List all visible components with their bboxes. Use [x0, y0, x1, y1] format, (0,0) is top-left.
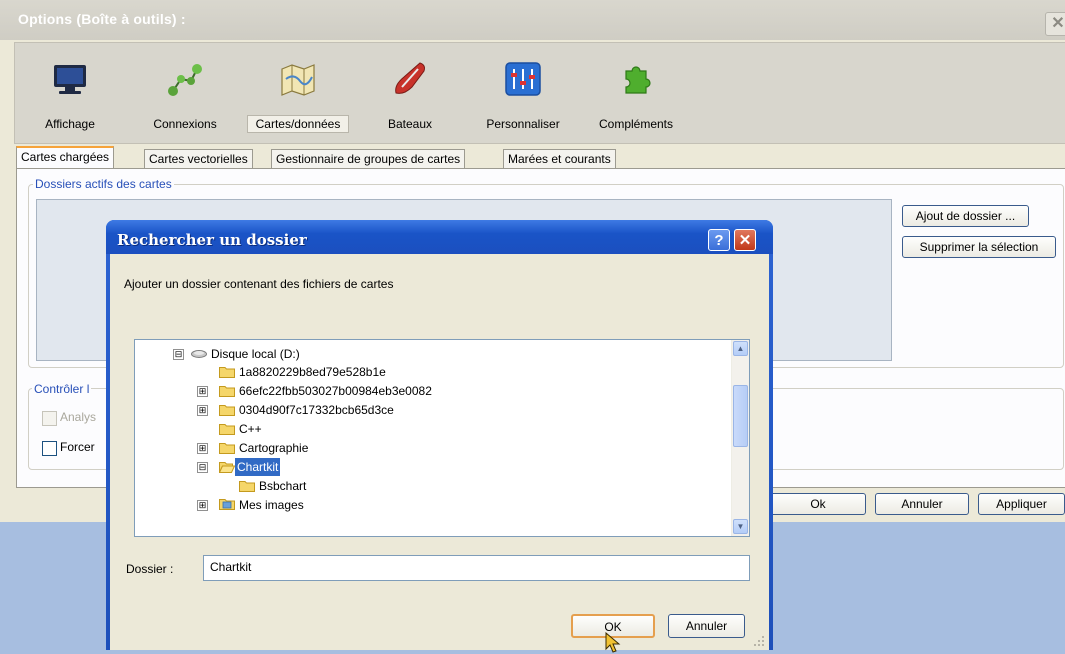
resize-grip-icon[interactable]	[752, 634, 766, 648]
browse-instruction: Ajouter un dossier contenant des fichier…	[124, 277, 394, 291]
control-group-legend: Contrôler l	[32, 382, 92, 396]
folder-field-label: Dossier :	[126, 562, 174, 576]
tree-item[interactable]: Bsbchart	[135, 477, 725, 495]
collapse-icon[interactable]: ⊟	[173, 349, 184, 360]
mouse-pointer-icon	[605, 632, 621, 653]
browse-dialog-close-button[interactable]: ✕	[734, 229, 756, 251]
analyze-checkbox[interactable]	[42, 411, 57, 426]
tree-item-label: 1a8820229b8ed79e528b1e	[239, 365, 386, 379]
add-folder-button[interactable]: Ajout de dossier ...	[902, 205, 1029, 227]
toolbar-complements[interactable]: Compléments	[591, 47, 681, 139]
remove-selection-button[interactable]: Supprimer la sélection	[902, 236, 1056, 258]
scroll-thumb[interactable]	[733, 385, 748, 447]
browse-folder-dialog: Rechercher un dossier ? ✕ Ajouter un dos…	[106, 220, 773, 653]
tree-item-label: Cartographie	[239, 441, 309, 455]
browse-dialog-body: Ajouter un dossier contenant des fichier…	[110, 254, 769, 653]
toolbar-label: Cartes/données	[247, 115, 349, 133]
force-checkbox-label: Forcer	[60, 440, 95, 454]
tree-item-chartkit[interactable]: ⊟ Chartkit	[135, 458, 725, 476]
toolbar-label: Bateaux	[387, 117, 433, 131]
boat-icon	[395, 62, 425, 94]
options-close-button[interactable]: ✕	[1045, 12, 1065, 36]
tab-marees-courants[interactable]: Marées et courants	[503, 149, 616, 169]
options-ok-button[interactable]: Ok	[770, 493, 866, 515]
tree-item[interactable]: ⊞ Mes images	[135, 496, 725, 514]
options-title-bar[interactable]: Options (Boîte à outils) : ✕	[0, 0, 1065, 40]
folder-icon	[219, 443, 235, 454]
options-cancel-button[interactable]: Annuler	[875, 493, 969, 515]
folder-name-input[interactable]: Chartkit	[203, 555, 750, 581]
analyze-checkbox-label: Analys	[60, 410, 97, 424]
toolbar-personnaliser[interactable]: Personnaliser	[477, 47, 569, 139]
active-folders-legend: Dossiers actifs des cartes	[33, 177, 174, 191]
folder-icon	[219, 424, 235, 435]
expand-icon[interactable]: ⊞	[197, 405, 208, 416]
tree-item-label: Chartkit	[235, 458, 281, 476]
folder-tree[interactable]: ⊟ Disque local (D:) 1a8820229b8ed79e528b…	[134, 339, 750, 537]
browse-cancel-button[interactable]: Annuler	[668, 614, 745, 638]
expand-icon[interactable]: ⊞	[197, 386, 208, 397]
expand-icon[interactable]: ⊞	[197, 500, 208, 511]
toolbar-label: Compléments	[598, 117, 674, 131]
folder-icon	[219, 367, 235, 378]
sliders-icon	[505, 62, 541, 96]
toolbar-connexions[interactable]: Connexions	[145, 47, 225, 139]
folder-icon	[219, 386, 235, 397]
folder-open-icon	[219, 462, 235, 473]
folder-icon	[219, 405, 235, 416]
toolbar-label: Affichage	[45, 117, 95, 131]
tab-gestionnaire-groupes[interactable]: Gestionnaire de groupes de cartes	[271, 149, 466, 169]
tree-item-label: 66efc22fbb503027b00984eb3e0082	[239, 384, 432, 398]
tree-scrollbar[interactable]: ▲ ▼	[731, 340, 749, 536]
map-icon	[281, 64, 315, 96]
folder-icon	[239, 481, 255, 492]
tab-cartes-vectorielles[interactable]: Cartes vectorielles	[144, 149, 253, 169]
scroll-up-arrow-icon[interactable]: ▲	[733, 341, 748, 356]
browse-dialog-title-bar[interactable]: Rechercher un dossier ? ✕	[106, 220, 773, 254]
tree-item[interactable]: 1a8820229b8ed79e528b1e	[135, 363, 725, 381]
tree-item-label: Bsbchart	[259, 479, 307, 493]
tree-item[interactable]: C++	[135, 420, 725, 438]
tree-item[interactable]: ⊞ 66efc22fbb503027b00984eb3e0082	[135, 382, 725, 400]
tree-item-disque-local[interactable]: ⊟ Disque local (D:)	[135, 345, 725, 363]
tree-item-label: 0304d90f7c17332bcb65d3ce	[239, 403, 394, 417]
help-button[interactable]: ?	[708, 229, 730, 251]
monitor-icon	[54, 65, 86, 94]
options-category-toolbar: Affichage Connexions Cartes/données Bate…	[14, 42, 1065, 144]
browse-dialog-title: Rechercher un dossier	[117, 231, 307, 249]
toolbar-label: Personnaliser	[486, 117, 560, 131]
scroll-down-arrow-icon[interactable]: ▼	[733, 519, 748, 534]
toolbar-label: Connexions	[153, 117, 217, 131]
puzzle-icon	[625, 66, 651, 94]
options-apply-button[interactable]: Appliquer	[978, 493, 1065, 515]
force-checkbox[interactable]	[42, 441, 57, 456]
pictures-folder-icon	[219, 499, 235, 510]
tree-item[interactable]: ⊞ Cartographie	[135, 439, 725, 457]
toolbar-cartes-donnees[interactable]: Cartes/données	[247, 47, 349, 139]
toolbar-bateaux[interactable]: Bateaux	[375, 47, 445, 139]
collapse-icon[interactable]: ⊟	[197, 462, 208, 473]
tree-item-label: C++	[239, 422, 262, 436]
network-nodes-icon	[168, 64, 202, 96]
toolbar-affichage[interactable]: Affichage	[35, 47, 105, 139]
tab-cartes-chargees[interactable]: Cartes chargées	[16, 146, 115, 168]
expand-icon[interactable]: ⊞	[197, 443, 208, 454]
options-title: Options (Boîte à outils) :	[18, 11, 186, 27]
drive-icon	[191, 350, 207, 358]
tree-item-label: Mes images	[239, 498, 304, 512]
tree-item[interactable]: ⊞ 0304d90f7c17332bcb65d3ce	[135, 401, 725, 419]
tree-item-label: Disque local (D:)	[211, 347, 300, 361]
